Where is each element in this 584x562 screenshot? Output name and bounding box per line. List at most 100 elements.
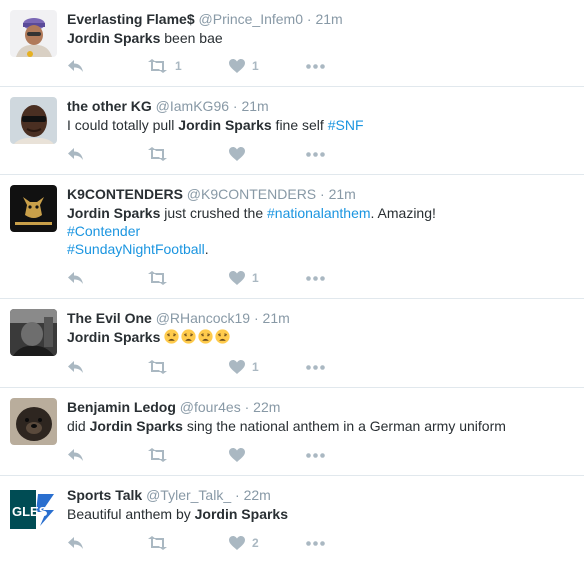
timestamp[interactable]: 22m: [253, 399, 280, 415]
separator: ·: [232, 98, 238, 114]
tweet-text: Jordin Sparks: [67, 328, 572, 346]
like-count: 1: [252, 271, 259, 285]
tweet-text: Jordin Sparks just crushed the #national…: [67, 204, 572, 258]
reply-button[interactable]: [67, 533, 84, 553]
timestamp[interactable]: 21m: [329, 186, 356, 202]
reply-button[interactable]: [67, 56, 84, 76]
hashtag-link[interactable]: #SNF: [328, 117, 364, 133]
retweet-icon: [148, 59, 167, 73]
separator: ·: [320, 186, 325, 202]
username[interactable]: @K9CONTENDERS: [187, 186, 316, 202]
reply-button[interactable]: [67, 357, 84, 377]
avatar[interactable]: [10, 309, 57, 356]
hashtag-link[interactable]: #nationalanthem: [267, 205, 371, 221]
avatar[interactable]: [10, 185, 57, 232]
tweet[interactable]: The Evil One @RHancock19 · 21m Jordin Sp…: [0, 299, 584, 388]
retweet-button[interactable]: [147, 357, 175, 377]
tweet[interactable]: Benjamin Ledog @four4es · 22m did Jordin…: [0, 388, 584, 476]
timestamp[interactable]: 22m: [244, 487, 271, 503]
tweet-actions: 1: [67, 268, 367, 288]
heart-icon: [229, 59, 245, 73]
retweet-button[interactable]: 1: [147, 56, 182, 76]
like-button[interactable]: 1: [229, 268, 259, 288]
more-dots-icon: [306, 540, 325, 546]
username[interactable]: @IamKG96: [156, 98, 229, 114]
username[interactable]: @RHancock19: [156, 310, 250, 326]
mention-bold: Jordin Sparks: [89, 418, 183, 434]
tweet[interactable]: Everlasting Flame$ @Prince_Infem0 · 21m …: [0, 0, 584, 87]
retweet-button[interactable]: [147, 533, 175, 553]
tweet-text: I could totally pull Jordin Sparks fine …: [67, 116, 572, 134]
like-button[interactable]: [229, 445, 252, 465]
like-count: 2: [252, 536, 259, 550]
like-button[interactable]: 1: [229, 56, 259, 76]
avatar[interactable]: [10, 97, 57, 144]
separator: ·: [244, 399, 250, 415]
avatar-eagles-logo-icon: GLES: [10, 486, 57, 533]
retweet-button[interactable]: [147, 268, 175, 288]
avatar[interactable]: [10, 398, 57, 445]
tweet[interactable]: GLES Sports Talk @Tyler_Talk_ · 22m Beau…: [0, 476, 584, 562]
tweet-actions: [67, 144, 367, 164]
like-count: 1: [252, 59, 259, 73]
avatar[interactable]: [10, 10, 57, 57]
like-button[interactable]: 2: [229, 533, 259, 553]
tweet-actions: 2: [67, 533, 367, 553]
display-name[interactable]: The Evil One: [67, 310, 152, 326]
weary-face-emoji-icon: [181, 329, 196, 344]
reply-icon: [68, 60, 83, 72]
tweet[interactable]: K9CONTENDERS @K9CONTENDERS · 21m Jordin …: [0, 175, 584, 299]
display-name[interactable]: Everlasting Flame$: [67, 11, 195, 27]
username[interactable]: @four4es: [180, 399, 241, 415]
tweet-actions: 1: [67, 357, 367, 377]
more-dots-icon: [306, 452, 325, 458]
heart-icon: [229, 448, 245, 462]
separator: ·: [306, 11, 312, 27]
like-button[interactable]: 1: [229, 357, 259, 377]
separator: ·: [235, 487, 240, 503]
more-dots-icon: [306, 63, 325, 69]
username[interactable]: @Tyler_Talk_: [146, 487, 231, 503]
display-name[interactable]: Benjamin Ledog: [67, 399, 176, 415]
display-name[interactable]: K9CONTENDERS: [67, 186, 183, 202]
tweet-header: Benjamin Ledog @four4es · 22m: [67, 398, 280, 416]
retweet-icon: [148, 536, 167, 550]
more-button[interactable]: [306, 357, 325, 377]
more-button[interactable]: [306, 144, 325, 164]
retweet-icon: [148, 360, 167, 374]
retweet-icon: [148, 271, 167, 285]
mention-bold: Jordin Sparks: [67, 205, 161, 221]
retweet-button[interactable]: [147, 144, 175, 164]
avatar-man-purple-cap-icon: [10, 10, 57, 57]
more-button[interactable]: [306, 533, 325, 553]
hashtag-link[interactable]: #SundayNightFootball: [67, 241, 205, 257]
tweet-text: did Jordin Sparks sing the national anth…: [67, 417, 572, 435]
mention-bold: Jordin Sparks: [194, 506, 289, 522]
mention-bold: Jordin Sparks: [67, 30, 161, 46]
more-button[interactable]: [306, 268, 325, 288]
reply-button[interactable]: [67, 445, 84, 465]
timestamp[interactable]: 21m: [241, 98, 268, 114]
retweet-button[interactable]: [147, 445, 175, 465]
display-name[interactable]: the other KG: [67, 98, 152, 114]
avatar-bw-photo-icon: [10, 309, 57, 356]
tweet[interactable]: the other KG @IamKG96 · 21m I could tota…: [0, 87, 584, 175]
more-button[interactable]: [306, 445, 325, 465]
heart-icon: [229, 536, 245, 550]
tweet-text: Beautiful anthem by Jordin Sparks: [67, 505, 572, 523]
timestamp[interactable]: 21m: [263, 310, 290, 326]
avatar-man-sunglasses-icon: [10, 97, 57, 144]
display-name[interactable]: Sports Talk: [67, 487, 142, 503]
more-button[interactable]: [306, 56, 325, 76]
hashtag-link[interactable]: #Contender: [67, 223, 140, 239]
heart-icon: [229, 147, 245, 161]
reply-button[interactable]: [67, 268, 84, 288]
like-button[interactable]: [229, 144, 252, 164]
timestamp[interactable]: 21m: [315, 11, 342, 27]
reply-icon: [68, 449, 83, 461]
heart-icon: [229, 360, 245, 374]
reply-button[interactable]: [67, 144, 84, 164]
username[interactable]: @Prince_Infem0: [199, 11, 303, 27]
text-segment: .: [204, 241, 209, 257]
avatar[interactable]: GLES: [10, 486, 57, 533]
